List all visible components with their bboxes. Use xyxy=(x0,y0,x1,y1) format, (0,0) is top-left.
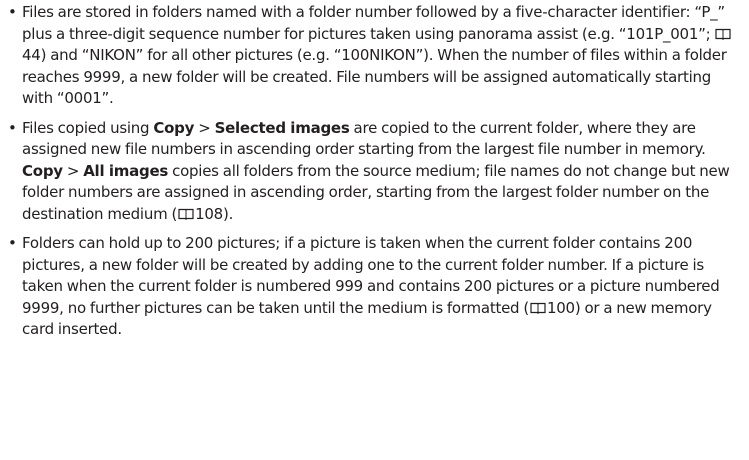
book-reference-icon xyxy=(178,208,194,220)
bullet-mark: • xyxy=(8,3,17,21)
menu-term-copy: Copy xyxy=(153,118,195,137)
bullet-mark: • xyxy=(8,118,17,137)
text-run: ). xyxy=(222,204,234,223)
menu-term-selected-images: Selected images xyxy=(214,118,350,137)
text-run: > xyxy=(194,118,215,137)
page-reference: 100 xyxy=(546,298,575,317)
page-reference: 44 xyxy=(22,46,41,64)
bullet-mark: • xyxy=(8,234,17,252)
bullet-item-copying: • Files copied using Copy > Selected imag… xyxy=(8,118,735,226)
bullet-item-folder-naming: • Files are stored in folders named with … xyxy=(8,2,735,110)
bullet-item-folder-capacity: • Folders can hold up to 200 pictures; if… xyxy=(8,233,735,341)
menu-term-copy: Copy xyxy=(22,161,63,180)
book-reference-icon xyxy=(715,28,732,40)
text-run: Files are stored in folders named with a… xyxy=(22,3,725,43)
document-page: • Files are stored in folders named with … xyxy=(0,0,749,460)
bullet-list: • Files are stored in folders named with … xyxy=(8,2,735,341)
text-run: > xyxy=(62,161,84,180)
menu-term-all-images: All images xyxy=(83,161,169,180)
text-run: Files copied using xyxy=(22,118,154,137)
text-run: ) and “NIKON” for all other pictures (e.… xyxy=(22,46,727,107)
page-reference: 108 xyxy=(195,204,223,223)
book-reference-icon xyxy=(530,302,546,314)
